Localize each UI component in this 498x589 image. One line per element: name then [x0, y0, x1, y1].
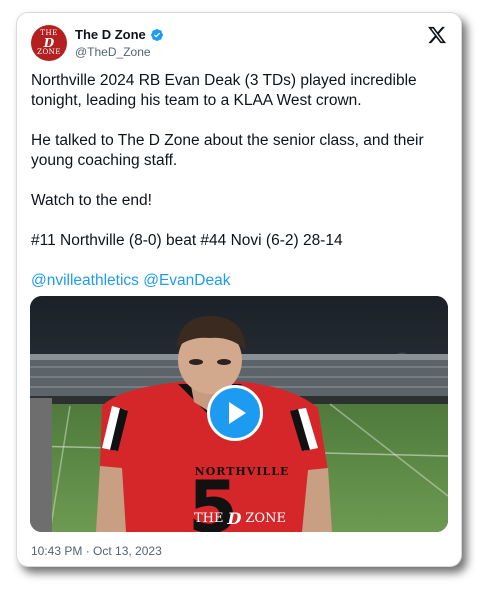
tweet-paragraph: Watch to the end!: [31, 192, 152, 209]
avatar-text-bottom: ZONE: [37, 48, 61, 56]
mention-link[interactable]: @EvanDeak: [143, 272, 230, 289]
verified-badge-icon: [150, 28, 163, 41]
watermark-text-right: ZONE: [245, 511, 286, 526]
author-name-row: The D Zone: [75, 27, 164, 42]
mentions-line: @nvilleathletics @EvanDeak: [31, 271, 451, 291]
video-thumbnail[interactable]: 5 NORTHVILLE THE D ZONE: [30, 296, 448, 532]
avatar[interactable]: THE D ZONE: [31, 25, 67, 61]
tweet-text: Northville 2024 RB Evan Deak (3 TDs) pla…: [31, 71, 451, 311]
tweet-timestamp[interactable]: 10:43 PM · Oct 13, 2023: [31, 544, 162, 558]
watermark-text-left: THE: [194, 511, 224, 526]
mention-link[interactable]: @nvilleathletics: [31, 272, 139, 289]
tweet-paragraph: He talked to The D Zone about the senior…: [31, 132, 424, 169]
author-handle[interactable]: @TheD_Zone: [75, 45, 151, 59]
x-logo-icon[interactable]: [427, 25, 447, 45]
play-button[interactable]: [207, 385, 263, 441]
watermark-logo: D: [227, 509, 242, 528]
video-watermark: THE D ZONE: [194, 509, 286, 528]
play-icon: [229, 402, 246, 424]
jersey-text: NORTHVILLE: [194, 465, 290, 478]
author-display-name[interactable]: The D Zone: [75, 27, 146, 42]
tweet-paragraph: Northville 2024 RB Evan Deak (3 TDs) pla…: [31, 72, 417, 109]
tweet-card[interactable]: THE D ZONE The D Zone @TheD_Zone Northvi…: [16, 12, 462, 567]
tweet-paragraph: #11 Northville (8-0) beat #44 Novi (6-2)…: [31, 232, 343, 249]
